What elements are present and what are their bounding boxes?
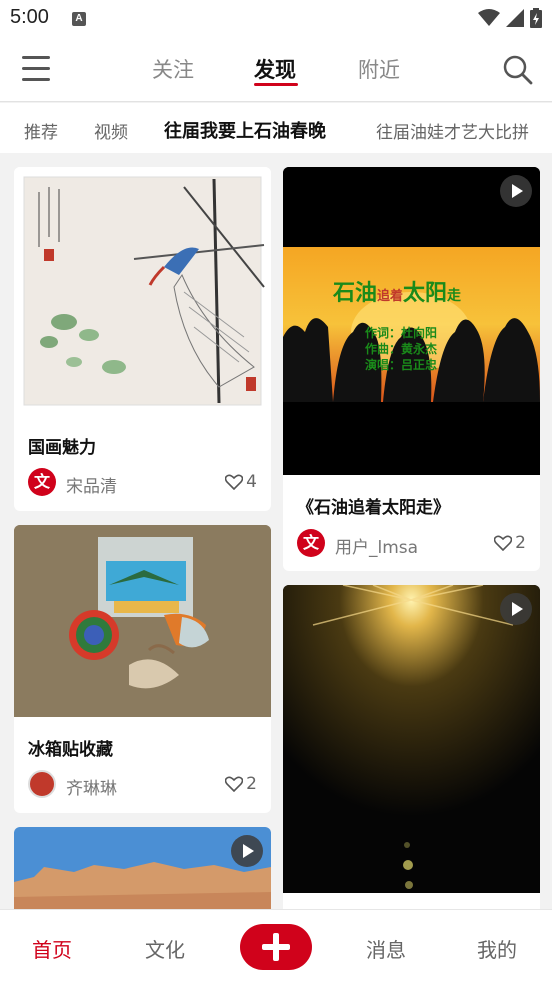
- search-icon[interactable]: [502, 54, 534, 86]
- heart-icon: [225, 474, 244, 490]
- category-tab-gala[interactable]: 往届我要上石油春晚: [164, 117, 326, 143]
- like-count: 4: [246, 472, 257, 492]
- tab-discover[interactable]: 发现: [254, 54, 296, 84]
- nav-profile[interactable]: 我的: [477, 934, 517, 963]
- feed-card[interactable]: [14, 827, 271, 917]
- nav-culture[interactable]: 文化: [145, 934, 185, 963]
- card-author[interactable]: 齐琳琳: [66, 774, 117, 799]
- heart-icon: [494, 535, 513, 551]
- battery-icon: [530, 8, 542, 28]
- category-tab-talent[interactable]: 往届油娃才艺大比拼: [376, 118, 529, 143]
- card-image: [283, 585, 540, 893]
- avatar[interactable]: [28, 770, 56, 798]
- top-nav: 关注 发现 附近: [0, 38, 552, 102]
- magnets-image: [14, 525, 271, 717]
- status-bar: 5:00 A: [0, 0, 552, 38]
- nav-home[interactable]: 首页: [32, 934, 72, 963]
- feed-card[interactable]: [283, 585, 540, 915]
- bottom-nav: 首页 文化 消息 我的: [0, 909, 552, 983]
- avatar[interactable]: 文: [28, 468, 56, 496]
- system-icons: [478, 8, 542, 28]
- wifi-icon: [478, 9, 500, 26]
- card-title: 冰箱贴收藏: [28, 740, 113, 760]
- play-icon[interactable]: [231, 835, 263, 867]
- like-button[interactable]: 2: [494, 533, 526, 553]
- video-headline: 石油追着太阳走: [333, 281, 462, 306]
- video-thumbnail: [283, 167, 540, 475]
- notification-indicator-icon: A: [72, 12, 86, 26]
- feed-card[interactable]: 石油追着太阳走 作词：杜向阳 作曲：黄永杰 演唱：吕正忠 《石油追着太阳走》 文…: [283, 167, 540, 571]
- feed-card[interactable]: 国画魅力 文 宋品清 4: [14, 167, 271, 511]
- like-count: 2: [515, 533, 526, 553]
- card-author[interactable]: 宋品清: [66, 472, 117, 497]
- landscape-image: [14, 827, 271, 917]
- avatar[interactable]: 文: [297, 529, 325, 557]
- card-image: [14, 827, 271, 917]
- nav-messages[interactable]: 消息: [366, 934, 406, 963]
- play-icon[interactable]: [500, 175, 532, 207]
- plus-icon[interactable]: [240, 924, 312, 970]
- tab-nearby[interactable]: 附近: [358, 54, 400, 84]
- card-image: 石油追着太阳走 作词：杜向阳 作曲：黄永杰 演唱：吕正忠: [283, 167, 540, 475]
- category-tab-recommend[interactable]: 推荐: [24, 118, 58, 143]
- feed-card[interactable]: 冰箱贴收藏 齐琳琳 2: [14, 525, 271, 813]
- play-icon[interactable]: [500, 593, 532, 625]
- video-credits: 作词：杜向阳 作曲：黄永杰 演唱：吕正忠: [365, 326, 438, 372]
- card-title: 《石油追着太阳走》: [297, 498, 450, 518]
- active-tab-indicator: [254, 83, 298, 86]
- signal-icon: [506, 9, 524, 27]
- heart-icon: [225, 776, 244, 792]
- like-button[interactable]: 2: [225, 774, 257, 794]
- card-image: [14, 525, 271, 717]
- tab-follow[interactable]: 关注: [152, 54, 194, 84]
- painting-image: [23, 176, 265, 406]
- like-button[interactable]: 4: [225, 472, 257, 492]
- category-tabs: 推荐 视频 往届我要上石油春晚 往届油娃才艺大比拼: [0, 103, 552, 153]
- status-time: 5:00: [10, 6, 49, 28]
- card-image: [14, 167, 271, 417]
- card-title: 国画魅力: [28, 438, 96, 458]
- card-author[interactable]: 用户_lmsa: [335, 533, 418, 558]
- like-count: 2: [246, 774, 257, 794]
- light-burst-thumbnail: [283, 585, 540, 893]
- category-tab-video[interactable]: 视频: [94, 118, 128, 143]
